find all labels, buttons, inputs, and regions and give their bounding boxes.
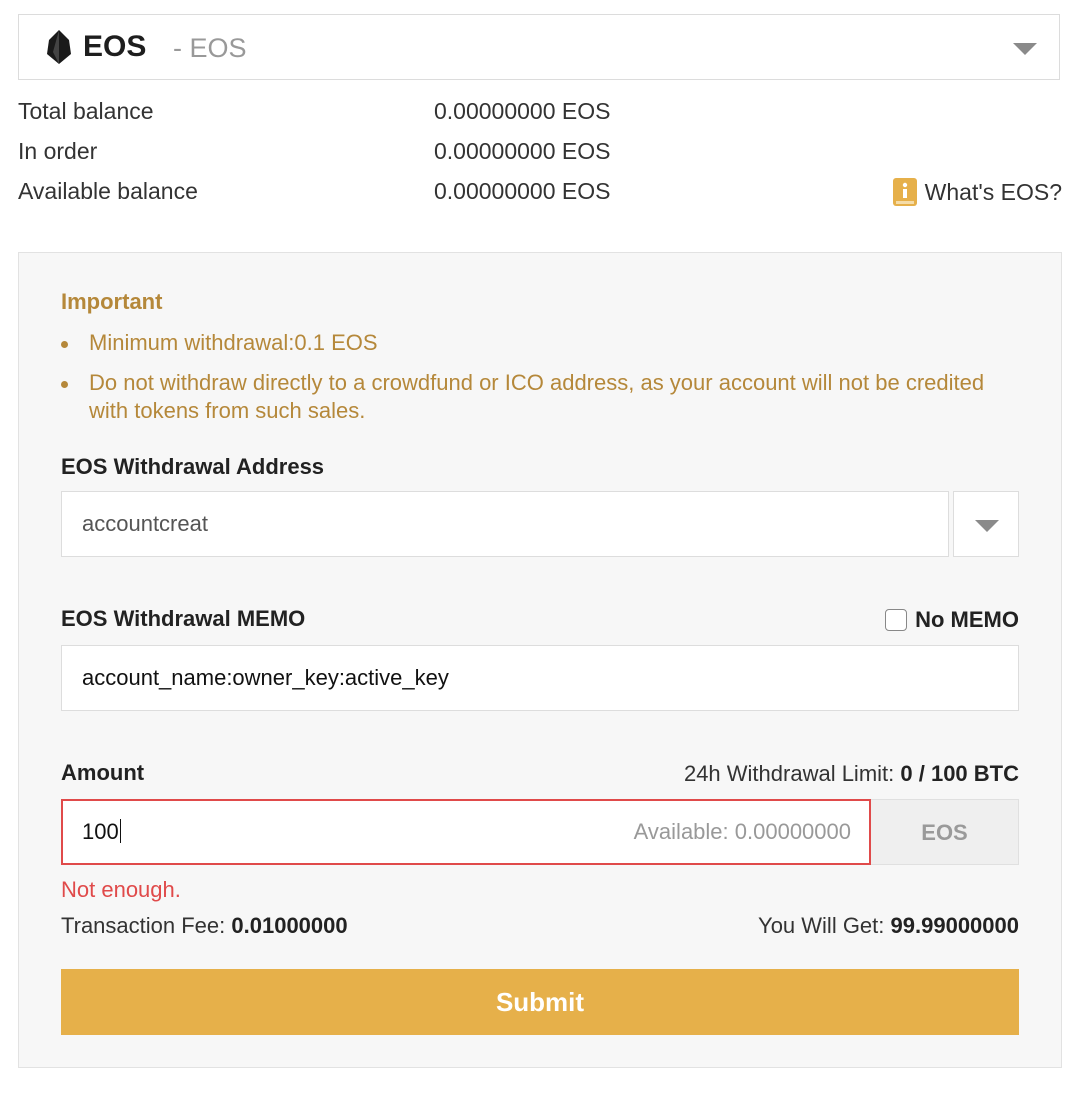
amount-value-wrap: 100 [82,801,121,863]
bullet-icon [61,381,68,388]
important-list: Minimum withdrawal:0.1 EOS Do not withdr… [61,329,1021,437]
limit-label: 24h Withdrawal Limit: [683,761,895,786]
no-memo-checkbox[interactable] [885,609,908,631]
submit-button[interactable]: Submit [61,969,1019,1035]
no-memo-label: No MEMO [915,607,1019,632]
limit-value: 0 / 100 BTC [900,761,1019,786]
caret-down-icon [1013,43,1037,55]
amount-label: Amount [61,760,145,785]
important-item: Minimum withdrawal:0.1 EOS [61,329,1021,357]
memo-label: EOS Withdrawal MEMO [61,606,306,631]
important-item-text: Do not withdraw directly to a crowdfund … [89,370,985,423]
you-will-get: You Will Get: 99.99000000 [758,913,1019,939]
whats-eos-label: What's EOS? [924,179,1062,205]
amount-unit: EOS [871,799,1019,865]
address-label: EOS Withdrawal Address [61,454,325,479]
address-input[interactable]: accountcreat [61,491,949,557]
balance-value: 0.00000000 EOS [434,178,611,204]
fee-value: 0.01000000 [231,913,348,938]
coin-name: - EOS [173,33,247,63]
important-item-text: Minimum withdrawal:0.1 EOS [89,330,378,355]
withdrawal-panel: Important Minimum withdrawal:0.1 EOS Do … [18,252,1062,1068]
caret-down-icon [975,520,999,532]
memo-input[interactable]: account_name:owner_key:active_key [61,645,1019,711]
important-title: Important [61,289,163,314]
text-cursor [119,819,121,843]
no-memo-toggle[interactable]: No MEMO [885,607,1019,633]
you-get-label: You Will Get: [758,913,885,938]
info-book-icon [892,178,917,206]
balance-label: Available balance [18,178,198,204]
you-get-value: 99.99000000 [890,913,1019,938]
important-item: Do not withdraw directly to a crowdfund … [61,369,1021,425]
memo-value: account_name:owner_key:active_key [82,665,449,690]
amount-value: 100 [82,819,119,844]
balance-value: 0.00000000 EOS [434,98,611,124]
balance-value: 0.00000000 EOS [434,138,611,164]
balance-label: In order [18,138,98,164]
address-dropdown-button[interactable] [953,491,1019,557]
address-value: accountcreat [82,511,208,536]
whats-eos-link[interactable]: What's EOS? [892,178,1062,206]
coin-symbol: EOS [83,30,147,63]
amount-input[interactable]: 100 Available: 0.00000000 [61,799,871,865]
transaction-fee: Transaction Fee: 0.01000000 [61,913,348,939]
eos-logo-icon [47,30,71,64]
withdrawal-limit: 24h Withdrawal Limit: 0 / 100 BTC [684,761,1019,787]
amount-available-hint: Available: 0.00000000 [633,819,851,844]
bullet-icon [61,341,68,348]
amount-error: Not enough. [61,877,181,902]
fee-label: Transaction Fee: [61,913,226,938]
balance-label: Total balance [18,98,154,124]
coin-select-dropdown[interactable]: EOS - EOS [18,14,1060,80]
